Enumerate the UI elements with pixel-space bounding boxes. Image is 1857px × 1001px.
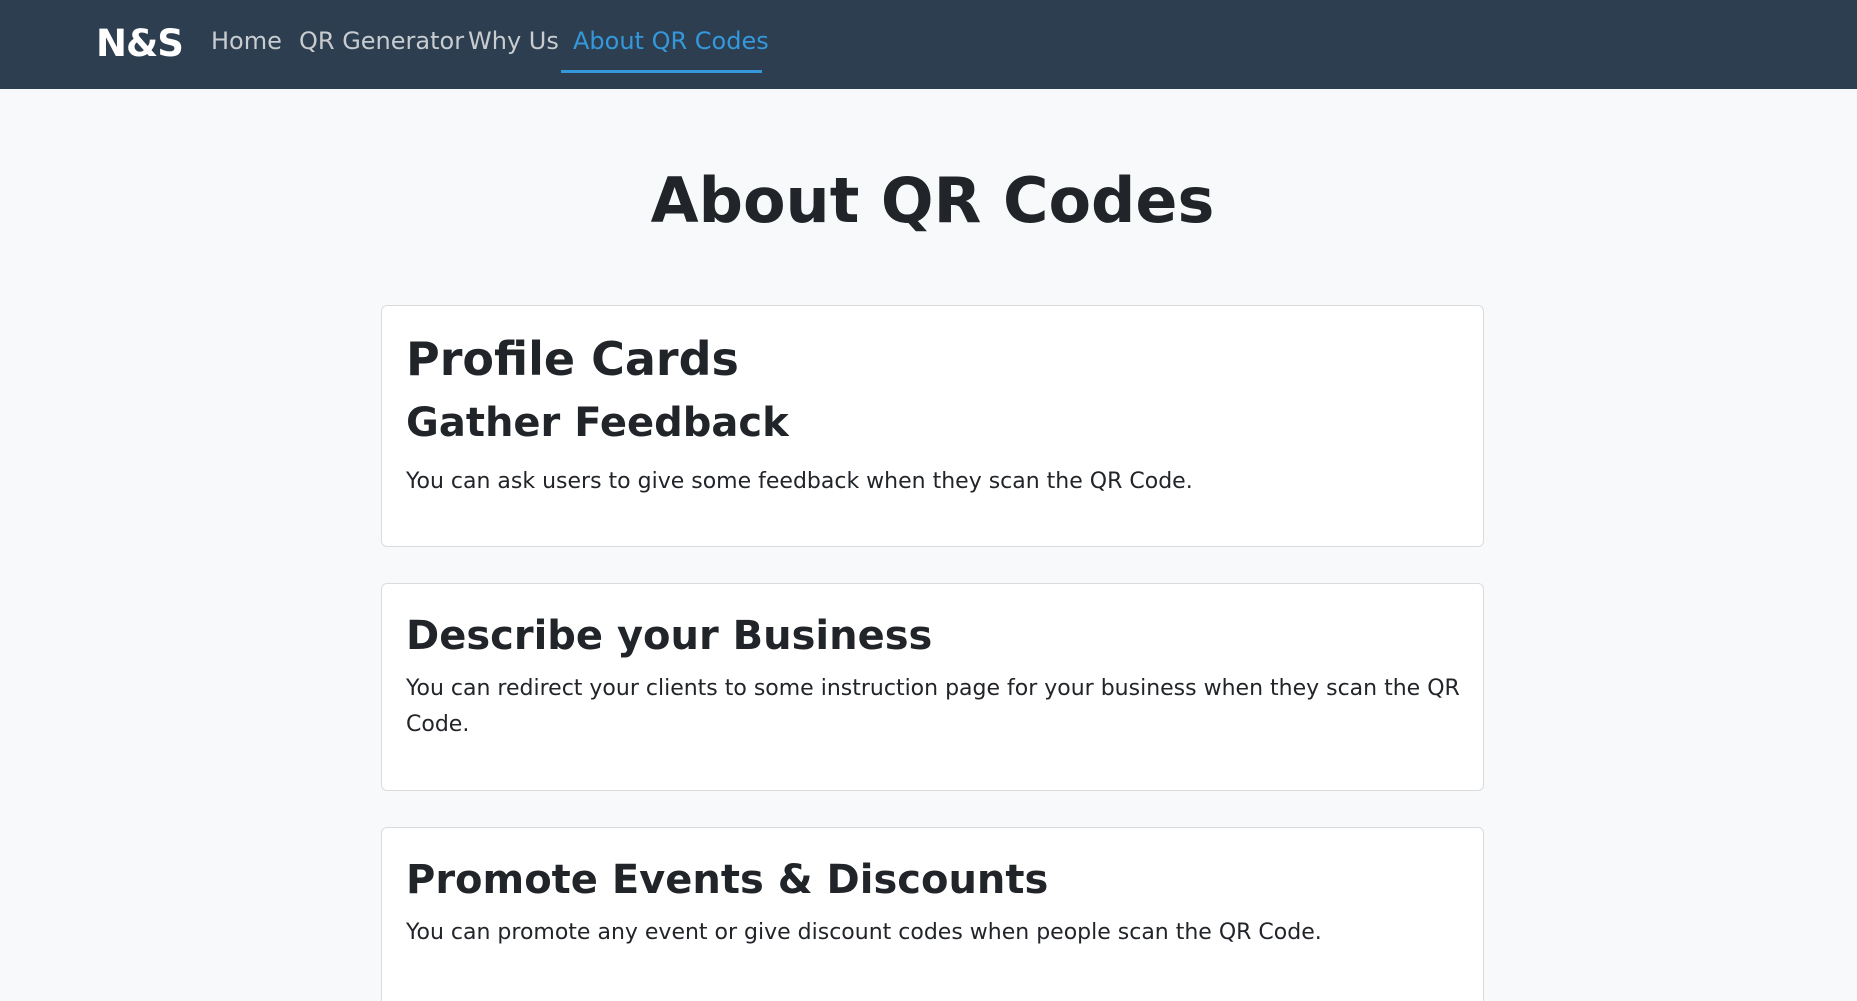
top-navbar: N&S Home QR Generator Why Us About QR Co…: [0, 0, 1857, 89]
active-nav-indicator: [561, 70, 762, 73]
card-text: You can ask users to give some feedback …: [406, 469, 1193, 494]
nav-link-about-qr-codes[interactable]: About QR Codes: [573, 27, 769, 55]
card-subheading: Gather Feedback: [406, 400, 789, 446]
card-text: You can promote any event or give discou…: [406, 920, 1322, 945]
card-heading: Profile Cards: [406, 332, 739, 386]
nav-link-home[interactable]: Home: [211, 27, 282, 55]
card-describe-business: Describe your Business You can redirect …: [381, 583, 1484, 791]
nav-link-why-us[interactable]: Why Us: [468, 27, 559, 55]
nav-link-qr-generator[interactable]: QR Generator: [299, 27, 464, 55]
page-title: About QR Codes: [650, 164, 1215, 237]
card-heading: Promote Events & Discounts: [406, 857, 1049, 903]
card-profile-cards: Profile Cards Gather Feedback You can as…: [381, 305, 1484, 547]
brand-logo[interactable]: N&S: [96, 22, 184, 65]
card-text: You can redirect your clients to some in…: [406, 676, 1460, 737]
card-heading: Describe your Business: [406, 613, 933, 659]
card-promote-events: Promote Events & Discounts You can promo…: [381, 827, 1484, 1001]
